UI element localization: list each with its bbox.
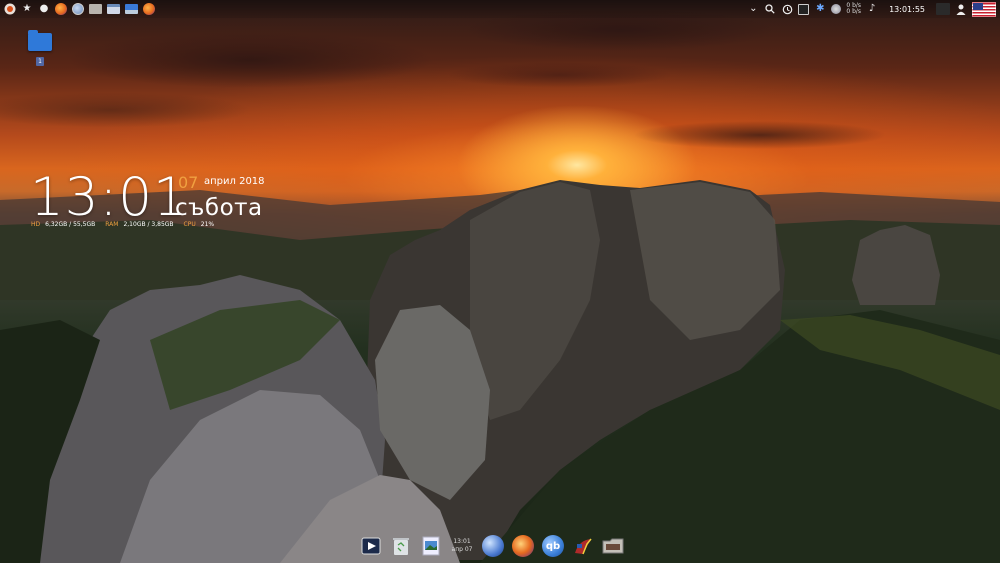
stat-cpu: CPU 21% bbox=[183, 221, 215, 228]
net-speed: 0 b/s 0 b/s bbox=[846, 3, 861, 15]
media-player-icon[interactable] bbox=[360, 535, 382, 557]
us-flag-icon[interactable] bbox=[972, 1, 996, 17]
wallpaper-landscape bbox=[0, 180, 1000, 563]
widget-month-year: април 2018 bbox=[204, 176, 265, 187]
firefox-icon[interactable] bbox=[143, 3, 155, 15]
top-panel: ★ ● ⌄ ✱ 0 b/s 0 b/s ♪ 13:01:55 bbox=[0, 0, 1000, 18]
panel-tray: ⌄ ✱ 0 b/s 0 b/s ♪ 13:01:55 bbox=[743, 1, 1000, 17]
window-icon[interactable] bbox=[107, 4, 120, 14]
bluetooth-icon[interactable]: ✱ bbox=[814, 3, 826, 15]
volume-icon[interactable]: ♪ bbox=[866, 3, 878, 15]
history-icon[interactable] bbox=[781, 3, 793, 15]
widget-day: 07 bbox=[178, 173, 199, 192]
folder-icon[interactable] bbox=[602, 535, 624, 557]
firefox-icon[interactable] bbox=[512, 535, 534, 557]
dock-clock-time: 13:01 bbox=[453, 538, 471, 545]
widget-time: 13:01 bbox=[30, 167, 188, 228]
net-speed-down: 0 b/s bbox=[846, 8, 862, 15]
folder-icon bbox=[28, 30, 52, 51]
system-monitor-icon[interactable] bbox=[798, 3, 810, 15]
desktop-folder[interactable]: 1 bbox=[27, 30, 53, 73]
widget-stats: HD 6,32GB / 55,5GB RAM 2,10GB / 3,85GB CPU… bbox=[31, 221, 214, 228]
search-icon[interactable] bbox=[764, 3, 776, 15]
wine-icon[interactable] bbox=[572, 535, 594, 557]
chevron-down-icon[interactable]: ⌄ bbox=[747, 3, 759, 15]
file-manager-icon[interactable] bbox=[89, 4, 102, 14]
dot-icon[interactable]: ● bbox=[38, 3, 50, 15]
panel-clock[interactable]: 13:01:55 bbox=[883, 5, 931, 14]
image-viewer-icon[interactable] bbox=[420, 535, 442, 557]
dock-clock[interactable]: 13:01 апр 07 bbox=[450, 534, 474, 558]
user-icon[interactable] bbox=[955, 3, 967, 15]
qbittorrent-icon[interactable]: qb bbox=[542, 535, 564, 557]
dock-clock-date: апр 07 bbox=[451, 546, 473, 553]
globe-icon[interactable] bbox=[482, 535, 504, 557]
app-menu-icon[interactable] bbox=[4, 3, 16, 15]
stat-ram: RAM 2,10GB / 3,85GB bbox=[105, 221, 174, 228]
stat-hd: HD 6,32GB / 55,5GB bbox=[31, 221, 96, 228]
favorites-star-icon[interactable]: ★ bbox=[21, 3, 33, 15]
dock: 13:01 апр 07 qb bbox=[360, 531, 624, 561]
trash-icon[interactable] bbox=[390, 535, 412, 557]
clock-widget: 13:01 07 април 2018 събота HD 6,32GB / 55… bbox=[30, 170, 330, 235]
firefox-icon[interactable] bbox=[55, 3, 67, 15]
panel-launchers: ★ ● bbox=[0, 3, 159, 15]
globe-icon[interactable] bbox=[72, 3, 84, 15]
folder-badge: 1 bbox=[36, 57, 44, 66]
desktop-icon[interactable] bbox=[125, 4, 138, 14]
widget-weekday: събота bbox=[175, 195, 263, 221]
power-icon[interactable] bbox=[936, 3, 950, 15]
network-icon[interactable] bbox=[831, 4, 842, 14]
